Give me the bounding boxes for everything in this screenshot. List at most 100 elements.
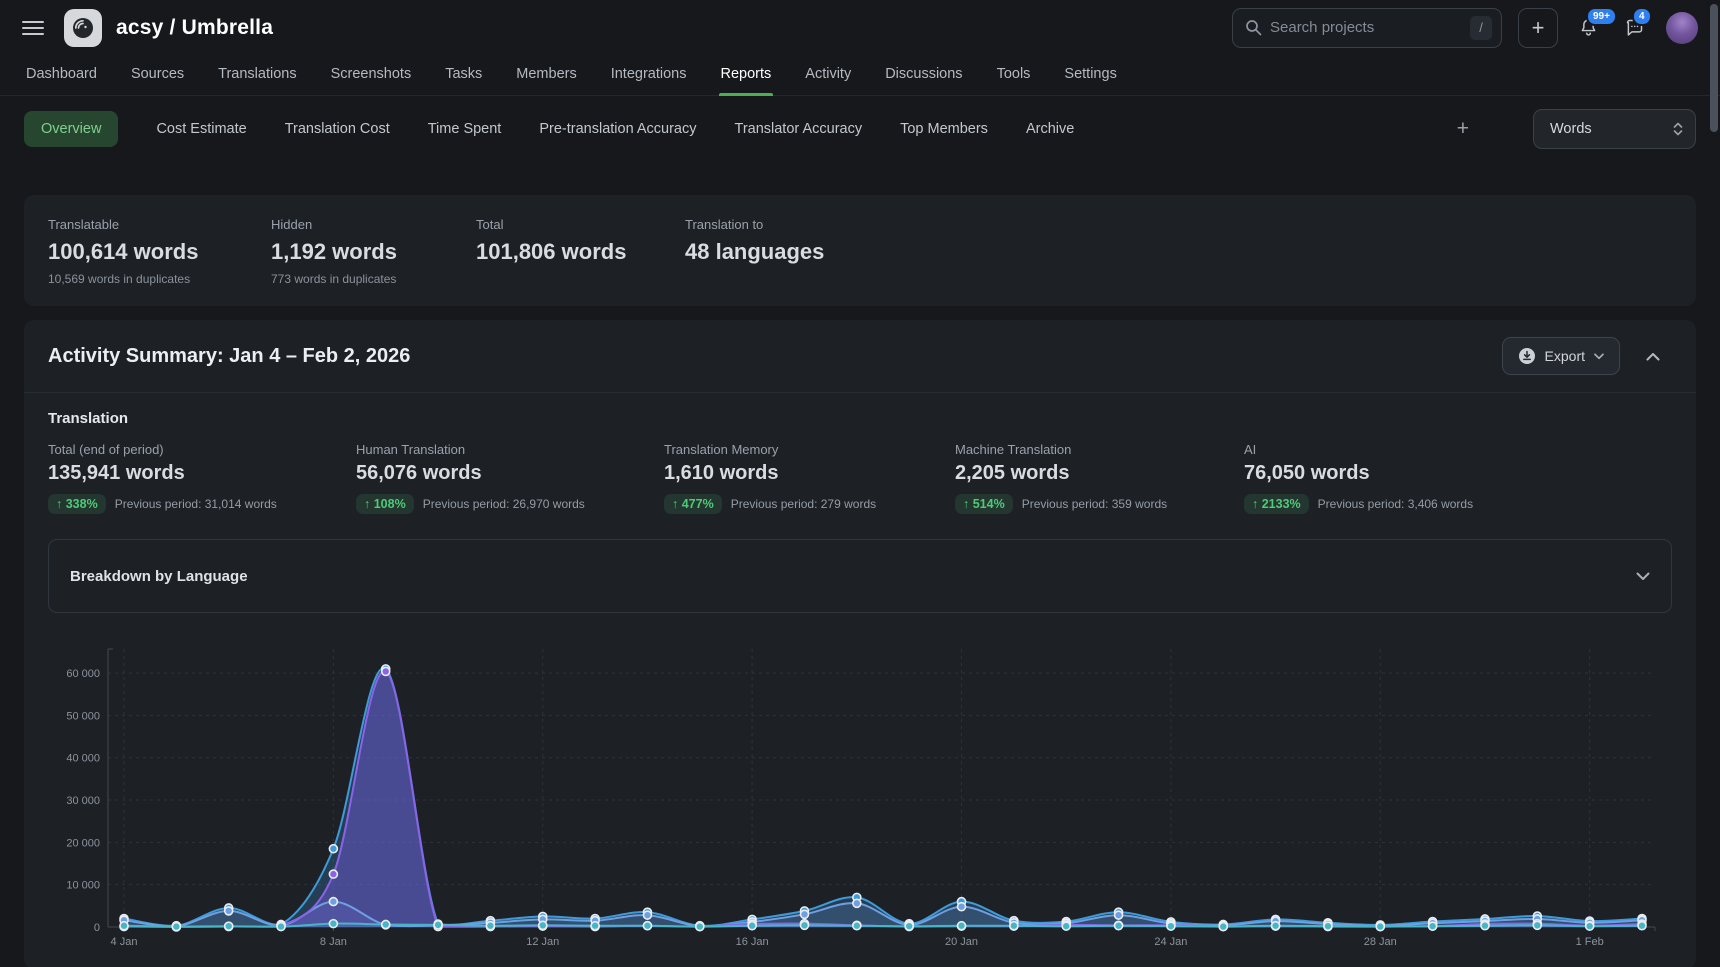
metric-label: AI (1244, 442, 1672, 457)
project-breadcrumb: acsy / Umbrella (116, 16, 273, 40)
stat-value: 1,192 words (271, 239, 476, 265)
tab-translations[interactable]: Translations (216, 55, 298, 95)
project-nav: Dashboard Sources Translations Screenshots T… (0, 55, 1720, 96)
metric-change-badge: ↑ 477% (664, 494, 722, 514)
translation-metrics: Total (end of period) 135,941 words ↑ 338%… (48, 442, 1672, 514)
stat-total: Total 101,806 words (476, 217, 685, 286)
notifications-badge: 99+ (1586, 7, 1617, 26)
report-tab-top-members[interactable]: Top Members (900, 111, 988, 147)
metric-change-badge: ↑ 2133% (1244, 494, 1309, 514)
tab-integrations[interactable]: Integrations (609, 55, 689, 95)
search-box[interactable]: / (1232, 8, 1502, 48)
stat-label: Hidden (271, 217, 476, 232)
report-tab-cost-estimate[interactable]: Cost Estimate (156, 111, 246, 147)
report-tab-overview[interactable]: Overview (24, 111, 118, 147)
report-tab-translator-accuracy[interactable]: Translator Accuracy (735, 111, 863, 147)
tab-tasks[interactable]: Tasks (443, 55, 484, 95)
metric-value: 1,610 words (664, 462, 955, 485)
export-button[interactable]: Export (1502, 337, 1620, 375)
messages-button[interactable]: 4 (1618, 11, 1650, 45)
tab-settings[interactable]: Settings (1062, 55, 1118, 95)
svg-text:10 000: 10 000 (66, 880, 100, 892)
translation-section-title: Translation (48, 410, 1672, 427)
scrollbar-track[interactable] (1710, 4, 1718, 963)
tab-screenshots[interactable]: Screenshots (329, 55, 414, 95)
report-tabs: Overview Cost Estimate Translation Cost Tim… (24, 111, 1074, 147)
stat-hidden: Hidden 1,192 words 773 words in duplicates (271, 217, 476, 286)
svg-text:50 000: 50 000 (66, 710, 100, 722)
reports-subnav: Overview Cost Estimate Translation Cost Tim… (0, 96, 1720, 161)
metric-previous-period: Previous period: 359 words (1022, 497, 1167, 511)
report-tab-translation-cost[interactable]: Translation Cost (285, 111, 390, 147)
slash-shortcut-key: / (1470, 16, 1492, 40)
metric-change-badge: ↑ 514% (955, 494, 1013, 514)
tab-sources[interactable]: Sources (129, 55, 186, 95)
stat-value: 101,806 words (476, 239, 685, 265)
scrollbar-thumb[interactable] (1710, 4, 1718, 132)
tab-members[interactable]: Members (514, 55, 578, 95)
report-tab-pre-translation-accuracy[interactable]: Pre-translation Accuracy (539, 111, 696, 147)
unit-select-value: Words (1550, 121, 1592, 137)
svg-text:20 000: 20 000 (66, 837, 100, 849)
stat-label: Translatable (48, 217, 271, 232)
stat-translation-to: Translation to 48 languages (685, 217, 1672, 286)
svg-text:28 Jan: 28 Jan (1364, 936, 1397, 948)
export-label: Export (1545, 348, 1585, 364)
unit-select[interactable]: Words (1533, 109, 1696, 149)
breakdown-by-language-panel[interactable]: Breakdown by Language (48, 539, 1672, 613)
metric-label: Machine Translation (955, 442, 1244, 457)
metric-change-badge: ↑ 108% (356, 494, 414, 514)
activity-summary-header: Activity Summary: Jan 4 – Feb 2, 2026 Ex… (24, 320, 1696, 392)
caret-down-icon (1594, 353, 1604, 360)
metric-label: Total (end of period) (48, 442, 356, 457)
activity-summary-title: Activity Summary: Jan 4 – Feb 2, 2026 (48, 345, 410, 368)
stat-value: 100,614 words (48, 239, 271, 265)
tab-reports[interactable]: Reports (719, 55, 774, 95)
metric-value: 135,941 words (48, 462, 356, 485)
svg-text:4 Jan: 4 Jan (111, 936, 138, 948)
svg-text:20 Jan: 20 Jan (945, 936, 978, 948)
notifications-button[interactable]: 99+ (1572, 11, 1604, 45)
metric-change-badge: ↑ 338% (48, 494, 106, 514)
svg-text:30 000: 30 000 (66, 795, 100, 807)
stat-subtext: 773 words in duplicates (271, 272, 476, 286)
breakdown-label: Breakdown by Language (70, 568, 248, 585)
stat-label: Total (476, 217, 685, 232)
menu-icon[interactable] (22, 21, 44, 35)
svg-text:40 000: 40 000 (66, 753, 100, 765)
bird-logo-icon (70, 15, 96, 41)
svg-text:16 Jan: 16 Jan (736, 936, 769, 948)
chevron-down-icon (1636, 572, 1650, 581)
messages-badge: 4 (1632, 7, 1652, 26)
stat-subtext: 10,569 words in duplicates (48, 272, 271, 286)
plus-icon: + (1532, 17, 1545, 39)
search-input[interactable] (1270, 19, 1462, 36)
metric-total-end-of-period: Total (end of period) 135,941 words ↑ 338%… (48, 442, 356, 514)
svg-text:60 000: 60 000 (66, 668, 100, 680)
svg-text:24 Jan: 24 Jan (1154, 936, 1187, 948)
search-icon (1245, 19, 1262, 36)
svg-text:1 Feb: 1 Feb (1576, 936, 1604, 948)
tab-dashboard[interactable]: Dashboard (24, 55, 99, 95)
metric-translation-memory: Translation Memory1,610 words↑ 477%Previ… (664, 442, 955, 514)
create-button[interactable]: + (1518, 8, 1558, 48)
metric-label: Human Translation (356, 442, 664, 457)
tab-tools[interactable]: Tools (995, 55, 1033, 95)
metric-value: 56,076 words (356, 462, 664, 485)
tab-activity[interactable]: Activity (803, 55, 853, 95)
tab-discussions[interactable]: Discussions (883, 55, 964, 95)
add-report-button[interactable]: + (1457, 117, 1469, 141)
report-tab-time-spent[interactable]: Time Spent (428, 111, 502, 147)
user-avatar[interactable] (1666, 12, 1698, 44)
metric-previous-period: Previous period: 26,970 words (423, 497, 585, 511)
report-tab-archive[interactable]: Archive (1026, 111, 1074, 147)
stat-value: 48 languages (685, 239, 1672, 265)
app-logo-icon[interactable] (64, 9, 102, 47)
activity-chart: 010 00020 00030 00040 00050 00060 0004 J… (24, 613, 1696, 959)
collapse-section-button[interactable] (1646, 352, 1660, 361)
activity-summary-card: Activity Summary: Jan 4 – Feb 2, 2026 Ex… (24, 320, 1696, 967)
download-icon (1518, 347, 1536, 365)
metric-machine-translation: Machine Translation2,205 words↑ 514%Prev… (955, 442, 1244, 514)
select-arrows-icon (1673, 121, 1683, 137)
stat-label: Translation to (685, 217, 1672, 232)
